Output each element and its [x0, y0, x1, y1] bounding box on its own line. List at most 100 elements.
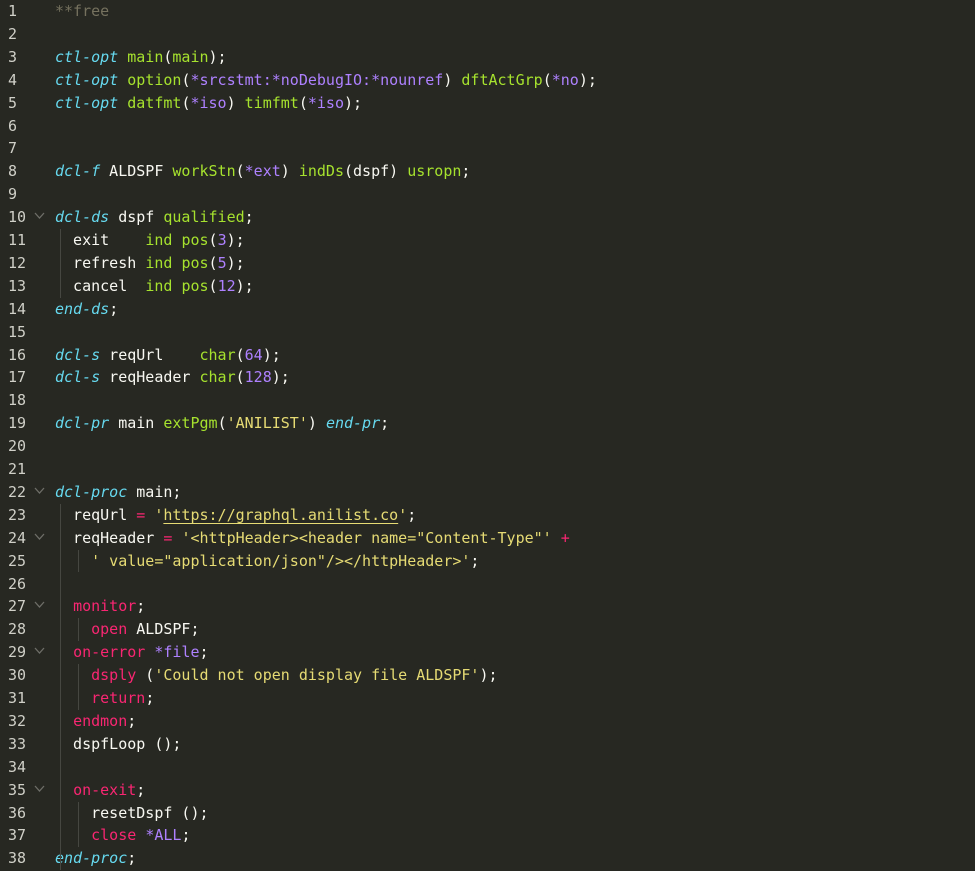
code-text: cancel ind pos(12);: [55, 275, 254, 298]
code-line[interactable]: 19 dcl-pr main extPgm('ANILIST') end-pr;: [0, 412, 975, 435]
code-line[interactable]: 32 endmon;: [0, 710, 975, 733]
code-token: *iso: [190, 93, 227, 112]
code-line[interactable]: 7: [0, 137, 975, 160]
code-token: 64: [244, 345, 263, 364]
code-line[interactable]: 20: [0, 435, 975, 458]
code-token: qualified: [163, 208, 245, 227]
code-line[interactable]: 25 ' value="application/json"/></httpHea…: [0, 550, 975, 573]
code-line[interactable]: 30 dsply ('Could not open display file A…: [0, 664, 975, 687]
indent-guide: [77, 801, 79, 848]
code-line[interactable]: 15: [0, 321, 975, 344]
code-token: (: [217, 414, 227, 433]
code-token: );: [235, 276, 254, 295]
code-token: pos: [181, 253, 209, 272]
code-line[interactable]: 13 cancel ind pos(12);: [0, 275, 975, 298]
fold-chevron-icon[interactable]: [34, 206, 46, 220]
code-text: ctl-opt main(main);: [55, 46, 227, 69]
code-token: ': [398, 505, 408, 524]
code-line[interactable]: 11 exit ind pos(3);: [0, 229, 975, 252]
code-line[interactable]: 3 ctl-opt main(main);: [0, 46, 975, 69]
code-line[interactable]: 14 end-ds;: [0, 298, 975, 321]
line-number: 2: [8, 24, 18, 43]
code-token: (: [235, 345, 245, 364]
code-line[interactable]: 38 end-proc;: [0, 847, 975, 870]
code-line[interactable]: 35 on-exit;: [0, 779, 975, 802]
line-number: 33: [8, 734, 27, 753]
fold-chevron-icon[interactable]: [34, 527, 46, 541]
line-number: 6: [8, 116, 18, 135]
code-line[interactable]: 24 reqHeader = '<httpHeader><header name…: [0, 527, 975, 550]
code-line[interactable]: 36 resetDspf ();: [0, 802, 975, 825]
line-number: 31: [8, 689, 27, 707]
code-token: (: [298, 93, 308, 112]
code-token: '<httpHeader><header name="Content-Type"…: [181, 528, 552, 547]
code-line[interactable]: 23 reqUrl = 'https://graphql.anilist.co'…: [0, 504, 975, 527]
line-number: 4: [8, 70, 18, 89]
line-number: 23: [8, 505, 27, 524]
code-line[interactable]: 16 dcl-s reqUrl char(64);: [0, 344, 975, 367]
line-number: 38: [8, 849, 27, 868]
code-token: dspf: [109, 208, 164, 227]
code-line[interactable]: 26: [0, 573, 975, 596]
code-line[interactable]: 22 dcl-proc main;: [0, 481, 975, 504]
code-token: end-proc: [55, 849, 128, 868]
code-line[interactable]: 10 dcl-ds dspf qualified;: [0, 206, 975, 229]
code-token: *iso: [307, 93, 344, 112]
code-token: end-ds: [55, 299, 110, 318]
code-token: ALDSPF;: [127, 620, 200, 639]
code-line[interactable]: 29 on-error *file;: [0, 641, 975, 664]
code-token: *file: [154, 643, 200, 662]
code-line[interactable]: 8 dcl-f ALDSPF workStn(*ext) indDs(dspf) …: [0, 160, 975, 183]
code-token: (dspf): [344, 162, 408, 181]
code-line[interactable]: 9: [0, 183, 975, 206]
code-line[interactable]: 4 ctl-opt option (*srcstmt:*noDebugIO:*nou…: [0, 69, 975, 92]
code-line[interactable]: 27 monitor;: [0, 595, 975, 618]
code-line[interactable]: 28 open ALDSPF;: [0, 618, 975, 641]
code-token: 'Could not open display file ALDSPF': [154, 666, 480, 685]
code-line[interactable]: 5 ctl-opt datfmt(*iso) timfmt(*iso);: [0, 92, 975, 115]
code-token: ;: [181, 826, 191, 845]
code-line[interactable]: 17 dcl-s reqHeader char(128);: [0, 366, 975, 389]
code-line[interactable]: 34: [0, 756, 975, 779]
line-number: 5: [8, 93, 18, 112]
code-token: end-pr: [325, 414, 381, 433]
code-token: (: [208, 231, 218, 249]
code-line[interactable]: 18: [0, 389, 975, 412]
fold-chevron-icon[interactable]: [34, 481, 46, 495]
code-token: (: [208, 253, 218, 272]
code-line[interactable]: 33 dspfLoop ();: [0, 733, 975, 756]
code-token: reqUrl: [55, 505, 137, 524]
code-token: );: [262, 345, 281, 364]
code-token: ;: [127, 849, 137, 868]
fold-chevron-icon[interactable]: [34, 779, 46, 793]
code-token: ;: [145, 689, 155, 707]
code-line[interactable]: 6: [0, 115, 975, 138]
code-token: on-exit: [73, 780, 137, 799]
code-editor[interactable]: 1 **free 2 3 ctl-opt main(main); 4 ctl-opt opt…: [0, 0, 975, 871]
code-text: end-proc;: [55, 847, 136, 870]
fold-chevron-icon[interactable]: [34, 641, 46, 655]
code-line[interactable]: 31 return;: [0, 687, 975, 710]
line-number: 36: [8, 803, 27, 822]
code-text: ' value="application/json"/></httpHeader…: [55, 550, 479, 573]
code-token: main: [172, 47, 209, 66]
code-text: reqHeader = '<httpHeader><header name="C…: [55, 527, 570, 550]
code-text: end-ds;: [55, 298, 118, 321]
code-token: ): [443, 70, 462, 89]
code-token: 'ANILIST': [226, 414, 308, 433]
code-token: ind: [145, 276, 173, 295]
code-token: endmon: [73, 711, 128, 730]
line-number: 12: [8, 253, 27, 272]
code-token: main;: [127, 482, 182, 501]
fold-chevron-icon[interactable]: [34, 595, 46, 609]
code-line[interactable]: 12 refresh ind pos(5);: [0, 252, 975, 275]
code-line[interactable]: 21: [0, 458, 975, 481]
code-token: dcl-ds: [55, 208, 110, 227]
code-token: 5: [217, 253, 227, 272]
code-line[interactable]: 2: [0, 23, 975, 46]
code-token: refresh: [55, 253, 146, 272]
code-line[interactable]: 1 **free: [0, 0, 975, 23]
code-line[interactable]: 37 close *ALL;: [0, 824, 975, 847]
